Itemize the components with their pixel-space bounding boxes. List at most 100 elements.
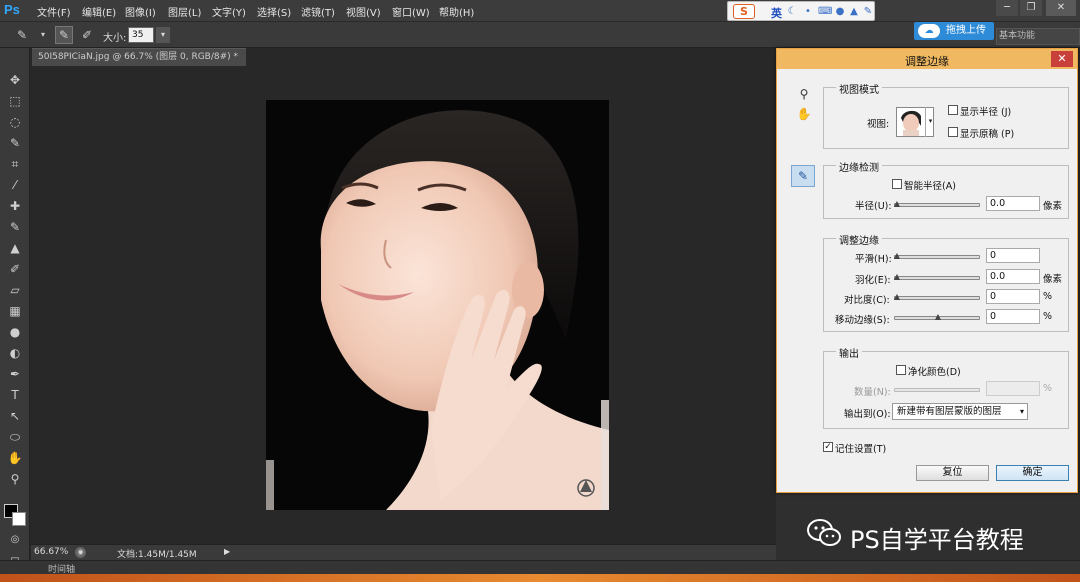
slider-thumb-icon[interactable]: ▲ [934,313,942,322]
timeline-panel: 时间轴 [0,560,1080,575]
slider-thumb-icon[interactable]: ▲ [893,200,901,209]
marquee-tool-icon[interactable]: ⬚ [7,93,23,109]
export-icon[interactable]: ◉ [75,547,86,558]
shift-edge-unit: % [1043,311,1053,322]
feather-input[interactable]: 0.0 [986,269,1040,284]
feather-slider[interactable]: ▲ [893,273,980,282]
move-tool-icon[interactable]: ✥ [7,72,23,88]
show-original-checkbox[interactable] [948,127,958,137]
menu-filter[interactable]: 滤镜(T) [301,4,335,19]
hand-icon[interactable]: ✋ [795,105,813,123]
blur-tool-icon[interactable]: ● [7,324,23,340]
user-icon[interactable]: ● [834,6,846,18]
radius-slider[interactable]: ▲ [893,200,980,209]
menu-layer[interactable]: 图层(L) [168,4,201,19]
dot-icon[interactable]: • [802,6,814,18]
shape-tool-icon[interactable]: ⬭ [7,429,23,445]
ime-language-toggle[interactable]: 英 [771,5,782,21]
radius-input[interactable]: 0.0 [986,196,1040,211]
smart-radius-checkbox[interactable] [892,179,902,189]
minimize-button[interactable]: ─ [996,0,1018,16]
shirt-icon[interactable]: ▲ [848,6,860,18]
document-info: 文档:1.45M/1.45M [117,550,197,560]
wrench-icon[interactable]: ✎ [862,6,874,18]
sogou-logo[interactable]: S [733,4,755,19]
menu-image[interactable]: 图像(I) [125,4,156,19]
amount-slider[interactable] [894,388,980,392]
size-dropdown-icon[interactable]: ▾ [156,27,170,43]
shift-edge-slider[interactable]: ▲ [894,313,980,322]
clone-stamp-tool-icon[interactable]: ▲ [7,240,23,256]
smooth-slider[interactable]: ▲ [893,252,980,261]
keyboard-icon[interactable]: ⌨ [818,6,832,18]
refine-radius-brush-icon[interactable]: ✎ [791,165,815,187]
crop-tool-icon[interactable]: ⌗ [7,156,23,172]
refine-brush-icon[interactable]: ✎ [55,26,73,44]
status-menu-arrow-icon[interactable]: ▶ [224,547,230,556]
chevron-down-icon: ▾ [1019,407,1024,416]
dodge-tool-icon[interactable]: ◐ [7,345,23,361]
menu-help[interactable]: 帮助(H) [439,4,474,19]
menu-edit[interactable]: 编辑(E) [82,4,116,19]
reset-button[interactable]: 复位 [916,465,989,481]
remember-settings-checkbox[interactable]: ✓ [823,442,833,452]
amount-input[interactable] [986,381,1040,396]
gradient-tool-icon[interactable]: ▦ [7,303,23,319]
pen-tool-icon[interactable]: ✒ [7,366,23,382]
show-radius-checkbox[interactable] [948,105,958,115]
output-to-select[interactable]: 新建带有图层蒙版的图层 ▾ [892,403,1028,420]
chevron-down-icon[interactable]: ▾ [35,27,51,43]
erase-refine-icon[interactable]: ✐ [79,27,95,43]
dialog-title-bar[interactable]: 调整边缘 ✕ [777,49,1077,69]
hand-tool-icon[interactable]: ✋ [7,450,23,466]
zoom-icon[interactable]: ⚲ [795,85,813,103]
quick-mask-icon[interactable]: ◎ [7,532,23,548]
smooth-label: 平滑(H): [855,254,892,265]
close-window-button[interactable]: ✕ [1046,0,1076,16]
output-to-label: 输出到(O): [844,409,891,420]
chevron-down-icon[interactable]: ▾ [925,107,935,137]
slider-thumb-icon[interactable]: ▲ [893,273,901,282]
watermark-text: PS自学平台教程 [850,526,1024,554]
menu-select[interactable]: 选择(S) [257,4,291,19]
path-select-tool-icon[interactable]: ↖ [7,408,23,424]
radius-unit: 像素 [1043,201,1063,212]
shift-edge-input[interactable]: 0 [986,309,1040,324]
decontaminate-checkbox[interactable] [896,365,906,375]
ok-button[interactable]: 确定 [996,465,1069,481]
restore-button[interactable]: ❐ [1020,0,1042,16]
brush-tool-icon[interactable]: ✎ [7,219,23,235]
menu-type[interactable]: 文字(Y) [212,4,246,19]
lasso-tool-icon[interactable]: ◌ [7,114,23,130]
drag-upload-button[interactable]: ☁ 拖拽上传 [914,22,994,40]
dialog-close-button[interactable]: ✕ [1051,51,1073,67]
contrast-input[interactable]: 0 [986,289,1040,304]
menu-view[interactable]: 视图(V) [346,4,381,19]
background-color-swatch[interactable] [12,512,26,526]
zoom-tool-icon[interactable]: ⚲ [7,471,23,487]
edge-detection-title: 边缘检测 [836,159,882,174]
feather-label: 羽化(E): [855,275,891,286]
slider-thumb-icon[interactable]: ▲ [893,293,901,302]
zoom-level[interactable]: 66.67% [34,547,68,557]
history-brush-tool-icon[interactable]: ✐ [7,261,23,277]
eraser-tool-icon[interactable]: ▱ [7,282,23,298]
menu-window[interactable]: 窗口(W) [392,4,430,19]
slider-thumb-icon[interactable]: ▲ [893,252,901,261]
menu-file[interactable]: 文件(F) [37,4,71,19]
document-tab[interactable]: 50I58PICiaN.jpg @ 66.7% (图层 0, RGB/8#) * [32,48,246,66]
workspace-select[interactable]: 基本功能 [996,28,1080,45]
moon-icon[interactable]: ☾ [786,6,798,18]
ime-toolbar: S 英 ☾ • ⌨ ● ▲ ✎ [727,1,875,21]
contrast-slider[interactable]: ▲ [893,293,980,302]
output-title: 输出 [836,345,862,360]
eyedropper-tool-icon[interactable]: ⁄ [7,177,23,193]
healing-brush-tool-icon[interactable]: ✚ [7,198,23,214]
brush-preset-icon[interactable]: ✎ [14,27,30,43]
contrast-label: 对比度(C): [844,295,890,306]
smooth-input[interactable]: 0 [986,248,1040,263]
type-tool-icon[interactable]: T [7,387,23,403]
view-mode-title: 视图模式 [836,81,882,96]
quick-select-tool-icon[interactable]: ✎ [7,135,23,151]
size-input[interactable]: 35 [128,27,154,43]
